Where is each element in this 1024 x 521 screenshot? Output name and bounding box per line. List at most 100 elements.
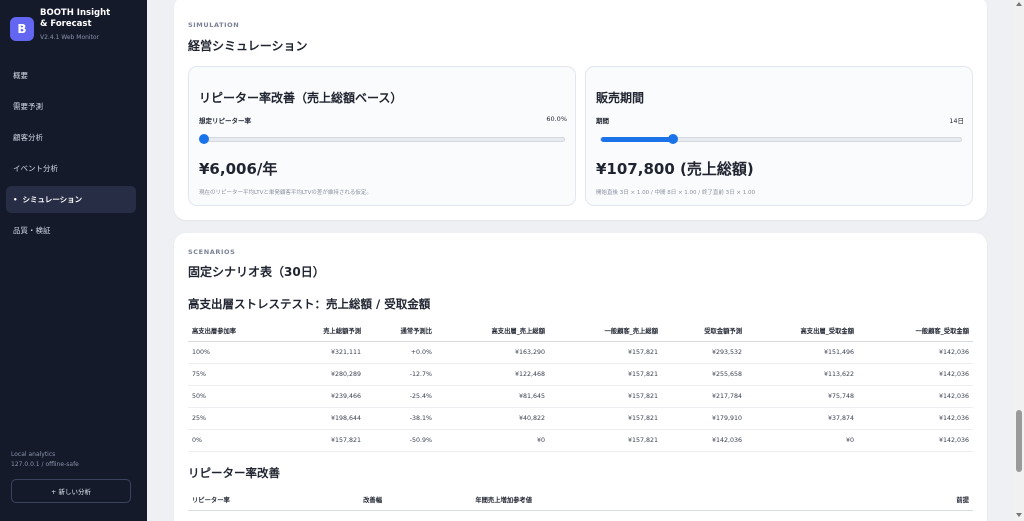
table-cell: ¥157,821 bbox=[549, 407, 662, 430]
slider-value: 60.0% bbox=[546, 115, 567, 123]
table-cell: -25.4% bbox=[365, 385, 436, 408]
nav-item-label: イベント分析 bbox=[13, 164, 58, 173]
column-header: 高支出層参加率 bbox=[188, 320, 278, 342]
main-content: SIMULATION 経営シミュレーション リピーター率改善（売上総額ベース） … bbox=[147, 0, 1014, 521]
table-cell: ¥198,644 bbox=[278, 407, 365, 430]
simulation-card: SIMULATION 経営シミュレーション リピーター率改善（売上総額ベース） … bbox=[174, 0, 987, 220]
nav-item-label: シミュレーション bbox=[22, 195, 83, 204]
table-cell: ¥179,910 bbox=[662, 407, 746, 430]
section-label: SIMULATION bbox=[188, 21, 240, 29]
table-cell: ¥157,821 bbox=[549, 363, 662, 386]
active-dot-icon: • bbox=[13, 195, 18, 204]
table-row: 0% ¥157,821 -50.9% ¥0 ¥157,821 ¥142,036 … bbox=[188, 429, 973, 452]
environment-info: Local analytics 127.0.0.1 / offline-safe bbox=[11, 450, 79, 470]
nav-item-label: 概要 bbox=[13, 71, 28, 80]
repeater-sim-panel: リピーター率改善（売上総額ベース） 想定リピーター率 60.0% ¥6,006/… bbox=[188, 66, 576, 206]
scenarios-card: SCENARIOS 固定シナリオ表（30日） 高支出層ストレステスト：売上総額 … bbox=[174, 233, 987, 521]
slider-thumb[interactable] bbox=[668, 134, 678, 144]
slider-thumb[interactable] bbox=[199, 134, 209, 144]
table-cell: ¥157,821 bbox=[278, 429, 365, 452]
table-cell: +0.0% bbox=[365, 341, 436, 364]
scroll-up-icon[interactable] bbox=[1016, 2, 1022, 6]
table-row: 100% ¥321,111 +0.0% ¥163,290 ¥157,821 ¥2… bbox=[188, 341, 973, 364]
table-row: 25% ¥198,644 -38.1% ¥40,822 ¥157,821 ¥17… bbox=[188, 407, 973, 430]
column-header: 改善幅 bbox=[296, 489, 386, 511]
table-header-row: リピーター率 改善幅 年間売上増加参考値 前提 bbox=[188, 489, 973, 511]
page-scrollbar[interactable] bbox=[1014, 0, 1024, 521]
repeater-table: リピーター率 改善幅 年間売上増加参考値 前提 bbox=[188, 489, 973, 511]
table-cell: ¥239,466 bbox=[278, 385, 365, 408]
table-cell: ¥293,532 bbox=[662, 341, 746, 364]
nav-item-demand-forecast[interactable]: 需要予測 bbox=[6, 93, 136, 120]
app-title: BOOTH Insight & Forecast bbox=[40, 8, 111, 29]
slider-label: 想定リピーター率 bbox=[199, 117, 251, 125]
column-header: 高支出層_受取金額 bbox=[746, 320, 858, 342]
table-cell: ¥280,289 bbox=[278, 363, 365, 386]
table-cell: 75% bbox=[188, 363, 278, 386]
nav-item-overview[interactable]: 概要 bbox=[6, 62, 136, 89]
table-cell: 50% bbox=[188, 385, 278, 408]
table-cell: ¥0 bbox=[746, 429, 858, 452]
brand: B BOOTH Insight & Forecast V2.4.1 Web Mo… bbox=[10, 8, 116, 41]
table-cell: -12.7% bbox=[365, 363, 436, 386]
new-analysis-button[interactable]: + 新しい分析 bbox=[11, 479, 131, 503]
table-cell: ¥0 bbox=[436, 429, 549, 452]
table-cell: ¥151,496 bbox=[746, 341, 858, 364]
table-cell: ¥255,658 bbox=[662, 363, 746, 386]
table-cell: ¥217,784 bbox=[662, 385, 746, 408]
column-header: リピーター率 bbox=[188, 489, 296, 511]
panel-result: ¥6,006/年 bbox=[199, 160, 278, 178]
period-slider[interactable] bbox=[600, 134, 962, 144]
nav-item-quality[interactable]: 品質・検証 bbox=[6, 217, 136, 244]
scrollbar-thumb[interactable] bbox=[1016, 410, 1022, 472]
nav-item-label: 需要予測 bbox=[13, 102, 43, 111]
table-row: 75% ¥280,289 -12.7% ¥122,468 ¥157,821 ¥2… bbox=[188, 363, 973, 386]
panel-note: 現在のリピーター平均LTVと単発顧客平均LTVの差が維持される仮定。 bbox=[199, 190, 372, 196]
table-cell: -50.9% bbox=[365, 429, 436, 452]
sidebar-nav: 概要 需要予測 顧客分析 イベント分析 • シミュレーション 品質・検証 bbox=[6, 62, 136, 248]
slider-label: 期間 bbox=[596, 117, 609, 125]
app-version: V2.4.1 Web Monitor bbox=[40, 34, 100, 41]
nav-item-label: 品質・検証 bbox=[13, 226, 51, 235]
table-cell: ¥142,036 bbox=[858, 385, 973, 408]
panel-result: ¥107,800 (売上総額) bbox=[596, 160, 754, 178]
table-cell: ¥81,645 bbox=[436, 385, 549, 408]
stress-test-table: 高支出層参加率 売上総額予測 通常予測比 高支出層_売上総額 一般顧客_売上総額… bbox=[188, 320, 973, 452]
section-title: 固定シナリオ表（30日） bbox=[188, 265, 325, 279]
table-cell: ¥157,821 bbox=[549, 341, 662, 364]
table-cell: ¥113,622 bbox=[746, 363, 858, 386]
slider-fill bbox=[601, 137, 673, 142]
environment-label: Local analytics bbox=[11, 451, 56, 458]
nav-item-event-analysis[interactable]: イベント分析 bbox=[6, 155, 136, 182]
table-cell: ¥321,111 bbox=[278, 341, 365, 364]
table-cell: ¥122,468 bbox=[436, 363, 549, 386]
table-header-row: 高支出層参加率 売上総額予測 通常予測比 高支出層_売上総額 一般顧客_売上総額… bbox=[188, 320, 973, 342]
column-header: 年間売上増加参考値 bbox=[386, 489, 536, 511]
nav-item-customer-analysis[interactable]: 顧客分析 bbox=[6, 124, 136, 151]
table-cell: ¥157,821 bbox=[549, 385, 662, 408]
column-header: 一般顧客_売上総額 bbox=[549, 320, 662, 342]
column-header: 高支出層_売上総額 bbox=[436, 320, 549, 342]
table-cell: 25% bbox=[188, 407, 278, 430]
column-header: 一般顧客_受取金額 bbox=[858, 320, 973, 342]
section-title: 経営シミュレーション bbox=[188, 39, 308, 53]
stress-test-title: 高支出層ストレステスト：売上総額 / 受取金額 bbox=[188, 297, 431, 311]
table-cell: ¥142,036 bbox=[858, 407, 973, 430]
scroll-down-icon[interactable] bbox=[1016, 513, 1022, 517]
nav-item-simulation[interactable]: • シミュレーション bbox=[6, 186, 136, 213]
column-header: 前提 bbox=[536, 489, 973, 511]
nav-item-label: 顧客分析 bbox=[13, 133, 43, 142]
table-cell: ¥142,036 bbox=[858, 363, 973, 386]
slider-value: 14日 bbox=[949, 117, 964, 125]
table-cell: -38.1% bbox=[365, 407, 436, 430]
column-header: 売上総額予測 bbox=[278, 320, 365, 342]
repeater-rate-slider[interactable] bbox=[199, 134, 565, 144]
table-cell: ¥142,036 bbox=[662, 429, 746, 452]
column-header: 通常予測比 bbox=[365, 320, 436, 342]
repeater-table-title: リピーター率改善 bbox=[188, 466, 280, 480]
table-row: 50% ¥239,466 -25.4% ¥81,645 ¥157,821 ¥21… bbox=[188, 385, 973, 408]
table-cell: ¥157,821 bbox=[549, 429, 662, 452]
table-cell: 0% bbox=[188, 429, 278, 452]
table-cell: ¥142,036 bbox=[858, 429, 973, 452]
table-cell: 100% bbox=[188, 341, 278, 364]
